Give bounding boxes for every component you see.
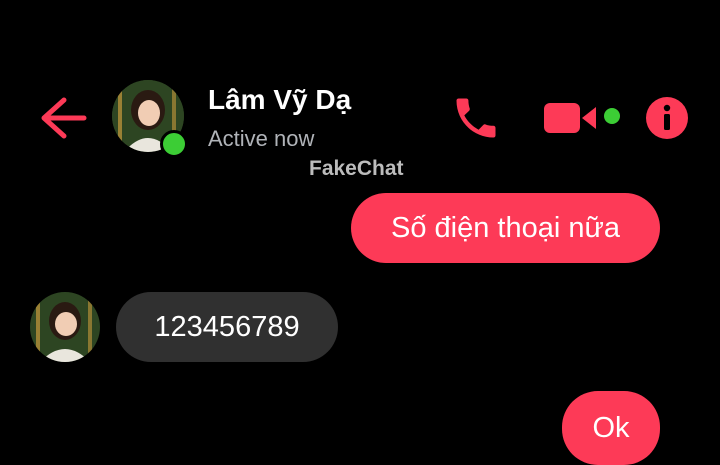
message-avatar — [30, 292, 100, 362]
incoming-message[interactable]: 123456789 — [116, 292, 338, 362]
video-online-dot — [604, 108, 620, 124]
online-indicator — [160, 130, 188, 158]
watermark: FakeChat — [309, 157, 404, 180]
arrow-left-icon — [41, 97, 87, 139]
active-status: Active now — [208, 126, 315, 151]
info-button[interactable] — [645, 96, 689, 140]
outgoing-message[interactable]: Số điện thoại nữa — [351, 193, 660, 263]
call-button[interactable] — [450, 92, 502, 144]
video-call-button[interactable] — [542, 98, 602, 138]
video-camera-icon — [544, 103, 596, 133]
contact-avatar[interactable] — [112, 80, 188, 158]
back-button[interactable] — [36, 92, 92, 144]
contact-name[interactable]: Lâm Vỹ Dạ — [208, 84, 351, 116]
outgoing-message[interactable]: Ok — [562, 391, 660, 465]
info-icon — [646, 97, 688, 139]
phone-icon — [456, 98, 496, 138]
